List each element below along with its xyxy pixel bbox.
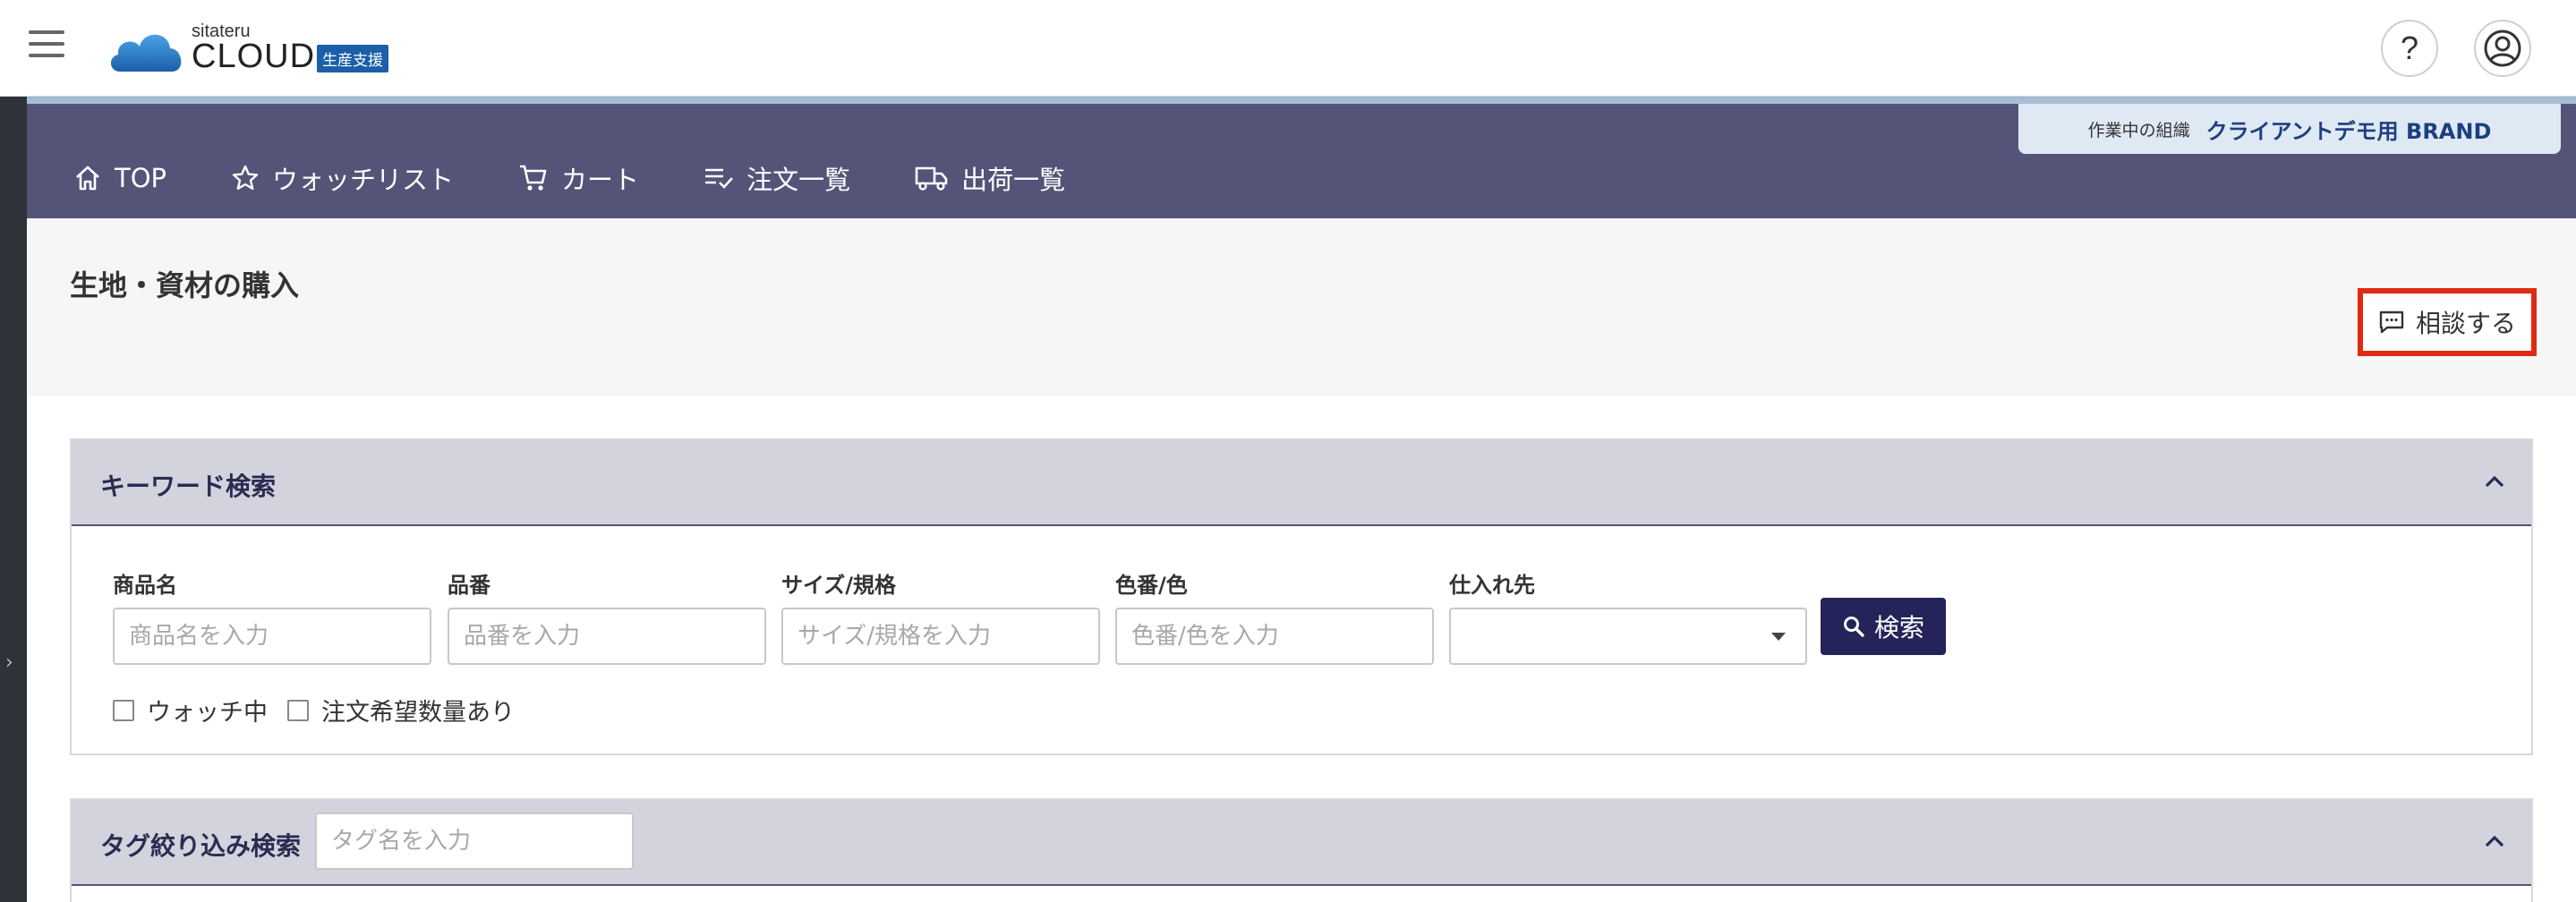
consult-label: 相談する — [2415, 309, 2516, 338]
color-label: 色番/色 — [1115, 573, 1188, 598]
top-header: sitateru CLOUD 生産支援 ? — [0, 0, 2576, 97]
nav-item-top[interactable]: TOP — [73, 159, 166, 197]
user-icon — [2484, 30, 2521, 67]
chevron-up-icon[interactable] — [2481, 469, 2508, 496]
order-quantity-checkbox[interactable]: 注文希望数量あり — [287, 693, 515, 728]
menu-icon[interactable] — [29, 30, 64, 61]
logo[interactable]: sitateru CLOUD 生産支援 — [107, 20, 412, 77]
checkbox-icon[interactable] — [287, 699, 309, 721]
keyword-search-panel: キーワード検索 商品名 品番 サイズ/規格 色番/色 仕入れ先 検索 — [70, 438, 2533, 755]
watching-checkbox-label: ウォッチ中 — [147, 699, 268, 727]
product-name-field: 商品名 — [113, 567, 431, 665]
keyword-search-title: キーワード検索 — [100, 472, 277, 501]
caret-down-icon — [1771, 633, 1786, 641]
color-input[interactable] — [1115, 608, 1434, 665]
size-field: サイズ/規格 — [781, 567, 1100, 665]
organization-label: 作業中の組織 — [2087, 120, 2190, 140]
help-button[interactable]: ? — [2381, 20, 2438, 77]
page-header: 生地・資材の購入 相談する — [27, 218, 2576, 396]
nav-item-label: TOP — [115, 163, 167, 193]
size-input[interactable] — [781, 608, 1100, 665]
nav-item-watchlist[interactable]: ウォッチリスト — [231, 159, 454, 197]
item-number-label: 品番 — [448, 573, 490, 598]
consult-button[interactable]: 相談する — [2358, 288, 2537, 356]
main-nav: TOP ウォッチリスト カート 注文一覧 出荷一覧 作業中の組織 クライアントデ… — [27, 97, 2576, 218]
search-button[interactable]: 検索 — [1821, 598, 1946, 655]
help-icon: ? — [2400, 30, 2419, 66]
logo-text: CLOUD — [192, 38, 316, 75]
chevron-up-icon[interactable] — [2481, 829, 2508, 855]
watching-checkbox[interactable]: ウォッチ中 — [113, 693, 268, 728]
nav-item-cart[interactable]: カート — [518, 159, 639, 197]
product-name-input[interactable] — [113, 608, 431, 665]
nav-item-label: 注文一覧 — [746, 165, 851, 195]
tag-search-panel: タグ絞り込み検索 — [70, 798, 2533, 902]
current-organization[interactable]: 作業中の組織 クライアントデモ用 BRAND — [2018, 104, 2561, 154]
nav-item-shipments[interactable]: 出荷一覧 — [915, 159, 1065, 197]
page-title: 生地・資材の購入 — [70, 268, 300, 302]
item-number-field: 品番 — [448, 567, 766, 665]
search-icon — [1843, 617, 1864, 637]
product-name-label: 商品名 — [113, 573, 177, 598]
tag-search-title: タグ絞り込み検索 — [100, 831, 302, 861]
logo-badge: 生産支援 — [317, 45, 388, 72]
keyword-search-header[interactable]: キーワード検索 — [72, 440, 2531, 526]
supplier-label: 仕入れ先 — [1449, 573, 1535, 598]
chat-icon — [2379, 311, 2404, 334]
organization-name: クライアントデモ用 BRAND — [2205, 118, 2492, 144]
sidebar-collapsed: › — [0, 97, 27, 902]
account-button[interactable] — [2474, 20, 2531, 77]
cloud-logo-icon — [110, 34, 182, 72]
chevron-right-icon[interactable]: › — [5, 651, 13, 674]
color-field: 色番/色 — [1115, 567, 1434, 665]
truck-icon — [915, 166, 948, 191]
search-button-label: 検索 — [1873, 613, 1924, 642]
checkbox-icon[interactable] — [113, 699, 134, 721]
item-number-input[interactable] — [448, 608, 766, 665]
star-icon — [232, 165, 259, 190]
supplier-field: 仕入れ先 — [1449, 567, 1807, 665]
checklist-icon — [705, 168, 734, 189]
tag-search-header[interactable]: タグ絞り込み検索 — [72, 800, 2531, 886]
home-icon — [76, 166, 99, 191]
tag-search-input[interactable] — [315, 813, 634, 870]
filter-checkboxes: ウォッチ中 注文希望数量あり — [113, 693, 534, 728]
nav-item-label: ウォッチリスト — [272, 165, 455, 195]
supplier-select[interactable] — [1449, 608, 1807, 665]
size-label: サイズ/規格 — [781, 573, 897, 598]
order-quantity-checkbox-label: 注文希望数量あり — [321, 699, 515, 727]
nav-item-label: カート — [561, 165, 640, 195]
nav-item-orders[interactable]: 注文一覧 — [704, 159, 850, 197]
nav-item-label: 出荷一覧 — [961, 165, 1066, 195]
cart-icon — [520, 165, 547, 191]
